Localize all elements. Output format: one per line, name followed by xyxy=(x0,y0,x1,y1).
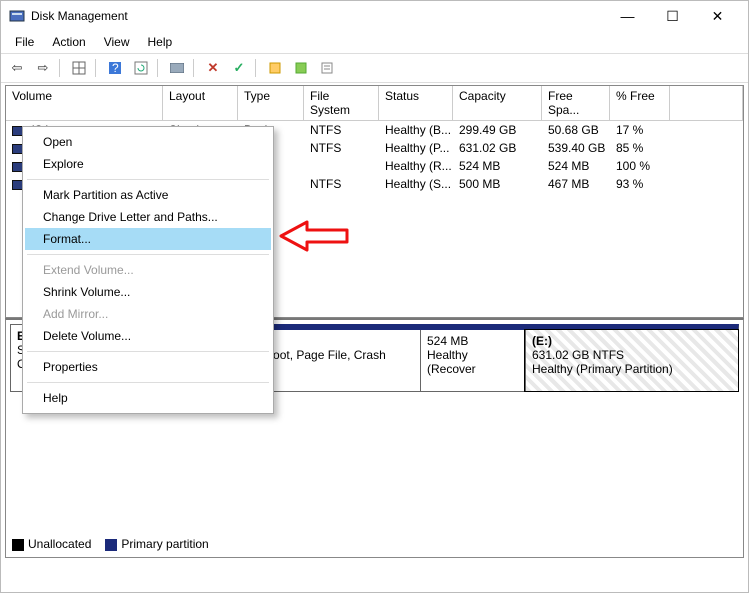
context-menu: Open Explore Mark Partition as Active Ch… xyxy=(22,126,274,414)
cell-pct: 100 % xyxy=(610,157,670,175)
cell-capacity: 524 MB xyxy=(453,157,542,175)
add-icon[interactable] xyxy=(289,56,313,80)
cell-status: Healthy (R... xyxy=(379,157,453,175)
partition-line: Healthy (Recover xyxy=(427,348,519,376)
partition-size: 631.02 GB NTFS xyxy=(532,348,732,362)
context-open[interactable]: Open xyxy=(25,131,271,153)
context-properties[interactable]: Properties xyxy=(25,356,271,378)
context-add-mirror[interactable]: Add Mirror... xyxy=(25,303,271,325)
delete-icon[interactable]: ✕ xyxy=(201,56,225,80)
context-format[interactable]: Format... xyxy=(25,228,271,250)
cell-free: 539.40 GB xyxy=(542,139,610,157)
device-icon[interactable] xyxy=(165,56,189,80)
check-icon[interactable]: ✓ xyxy=(227,56,251,80)
toolbar-separator xyxy=(193,59,197,77)
toolbar-separator xyxy=(59,59,63,77)
refresh-icon[interactable] xyxy=(129,56,153,80)
toolbar-separator xyxy=(95,59,99,77)
context-mark-active[interactable]: Mark Partition as Active xyxy=(25,184,271,206)
context-extend[interactable]: Extend Volume... xyxy=(25,259,271,281)
cell-fs: NTFS xyxy=(304,175,379,193)
col-layout[interactable]: Layout xyxy=(163,86,238,121)
cell-status: Healthy (B... xyxy=(379,121,453,139)
cell-capacity: 299.49 GB xyxy=(453,121,542,139)
toolbar: ⇦ ⇨ ? ✕ ✓ xyxy=(1,53,748,83)
help-icon[interactable]: ? xyxy=(103,56,127,80)
cell-status: Healthy (P... xyxy=(379,139,453,157)
col-status[interactable]: Status xyxy=(379,86,453,121)
toolbar-separator xyxy=(157,59,161,77)
cell-fs: NTFS xyxy=(304,121,379,139)
cell-fs xyxy=(304,157,379,175)
close-button[interactable]: ✕ xyxy=(695,2,740,30)
cell-fs: NTFS xyxy=(304,139,379,157)
context-help[interactable]: Help xyxy=(25,387,271,409)
legend-swatch-primary xyxy=(105,539,117,551)
context-shrink[interactable]: Shrink Volume... xyxy=(25,281,271,303)
partition[interactable]: 524 MB Healthy (Recover xyxy=(420,330,525,391)
grid-icon[interactable] xyxy=(67,56,91,80)
annotation-arrow-icon xyxy=(279,220,349,255)
svg-text:?: ? xyxy=(112,61,119,75)
cell-free: 467 MB xyxy=(542,175,610,193)
cell-free: 524 MB xyxy=(542,157,610,175)
app-icon xyxy=(9,8,25,24)
props-icon[interactable] xyxy=(315,56,339,80)
col-volume[interactable]: Volume xyxy=(6,86,163,121)
cell-capacity: 631.02 GB xyxy=(453,139,542,157)
col-filesystem[interactable]: File System xyxy=(304,86,379,121)
partition-label: (E:) xyxy=(532,334,732,348)
context-separator xyxy=(27,382,269,383)
col-capacity[interactable]: Capacity xyxy=(453,86,542,121)
window-title: Disk Management xyxy=(31,9,605,23)
titlebar: Disk Management — ☐ ✕ xyxy=(1,1,748,31)
minimize-button[interactable]: — xyxy=(605,2,650,30)
menu-action[interactable]: Action xyxy=(44,33,93,51)
cell-pct: 85 % xyxy=(610,139,670,157)
partition-selected[interactable]: (E:) 631.02 GB NTFS Healthy (Primary Par… xyxy=(525,330,738,391)
cell-status: Healthy (S... xyxy=(379,175,453,193)
col-pad xyxy=(670,86,743,121)
context-separator xyxy=(27,351,269,352)
col-type[interactable]: Type xyxy=(238,86,304,121)
forward-icon[interactable]: ⇨ xyxy=(31,56,55,80)
legend: Unallocated Primary partition xyxy=(12,537,209,551)
partition-line: Healthy (Primary Partition) xyxy=(532,362,732,376)
context-separator xyxy=(27,179,269,180)
cell-pct: 17 % xyxy=(610,121,670,139)
cell-pct: 93 % xyxy=(610,175,670,193)
cell-capacity: 500 MB xyxy=(453,175,542,193)
back-icon[interactable]: ⇦ xyxy=(5,56,29,80)
partition-size: 524 MB xyxy=(427,334,519,348)
cell-free: 50.68 GB xyxy=(542,121,610,139)
legend-unallocated: Unallocated xyxy=(28,537,91,551)
maximize-button[interactable]: ☐ xyxy=(650,2,695,30)
legend-swatch-unallocated xyxy=(12,539,24,551)
new-icon[interactable] xyxy=(263,56,287,80)
menu-view[interactable]: View xyxy=(96,33,138,51)
volume-list-header: Volume Layout Type File System Status Ca… xyxy=(6,86,743,121)
col-free[interactable]: Free Spa... xyxy=(542,86,610,121)
context-separator xyxy=(27,254,269,255)
menu-file[interactable]: File xyxy=(7,33,42,51)
context-delete[interactable]: Delete Volume... xyxy=(25,325,271,347)
context-change-letter[interactable]: Change Drive Letter and Paths... xyxy=(25,206,271,228)
legend-primary: Primary partition xyxy=(121,537,208,551)
context-explore[interactable]: Explore xyxy=(25,153,271,175)
toolbar-separator xyxy=(255,59,259,77)
col-pct[interactable]: % Free xyxy=(610,86,670,121)
menu-help[interactable]: Help xyxy=(140,33,181,51)
menubar: File Action View Help xyxy=(1,31,748,53)
